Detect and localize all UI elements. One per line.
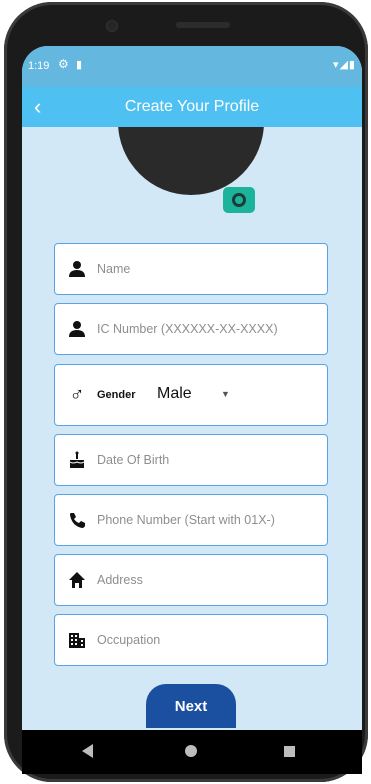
ic-number-placeholder: IC Number (XXXXXX-XX-XXXX) [97,322,278,336]
nav-recents-icon[interactable] [284,746,295,757]
address-placeholder: Address [97,573,143,587]
cake-icon [67,451,87,471]
male-gender-icon: ♂ [69,384,85,406]
nav-home-icon[interactable] [185,745,197,757]
sd-card-status-icon: ▮ [76,59,83,71]
signal-battery-icons: ▾◢▮ [332,59,356,71]
address-field[interactable]: Address [54,554,328,606]
name-placeholder: Name [97,262,131,276]
person-icon [67,320,87,340]
earpiece-speaker [176,22,230,28]
avatar-background [118,127,264,195]
front-camera [106,20,118,32]
occupation-placeholder: Occupation [97,633,161,647]
name-field[interactable]: Name [54,243,328,295]
home-icon [67,571,87,591]
gender-selected-value: Male [157,385,192,402]
next-button[interactable]: Next [146,684,236,728]
dropdown-caret-icon: ▼ [221,389,230,399]
profile-avatar[interactable] [118,127,264,195]
person-icon [67,260,87,280]
app-bar: ‹ Create Your Profile [22,87,362,127]
status-time: 1:19 [28,60,50,72]
phone-icon [67,511,87,531]
ic-number-field[interactable]: IC Number (XXXXXX-XX-XXXX) [54,303,328,355]
nav-back-icon[interactable] [82,744,93,758]
status-bar: 1:19 ⚙ ▮ ▾◢▮ [22,46,362,87]
page-title: Create Your Profile [124,98,260,115]
building-icon [67,631,87,651]
occupation-field[interactable]: Occupation [54,614,328,666]
change-photo-camera-icon[interactable] [223,187,255,213]
date-of-birth-placeholder: Date Of Birth [97,453,170,467]
phone-top-bezel [94,16,264,40]
camera-lens-icon [232,193,246,207]
settings-status-icon: ⚙ [58,57,69,71]
phone-number-placeholder: Phone Number (Start with 01X-) [97,513,275,527]
phone-number-field[interactable]: Phone Number (Start with 01X-) [54,494,328,546]
gender-dropdown[interactable]: ♂ Gender Male ▼ [54,364,328,426]
android-nav-bar [22,730,362,774]
gender-label: Gender [97,389,136,401]
device-screen: 1:19 ⚙ ▮ ▾◢▮ ‹ Create Your Profile Name … [22,46,362,730]
date-of-birth-field[interactable]: Date Of Birth [54,434,328,486]
